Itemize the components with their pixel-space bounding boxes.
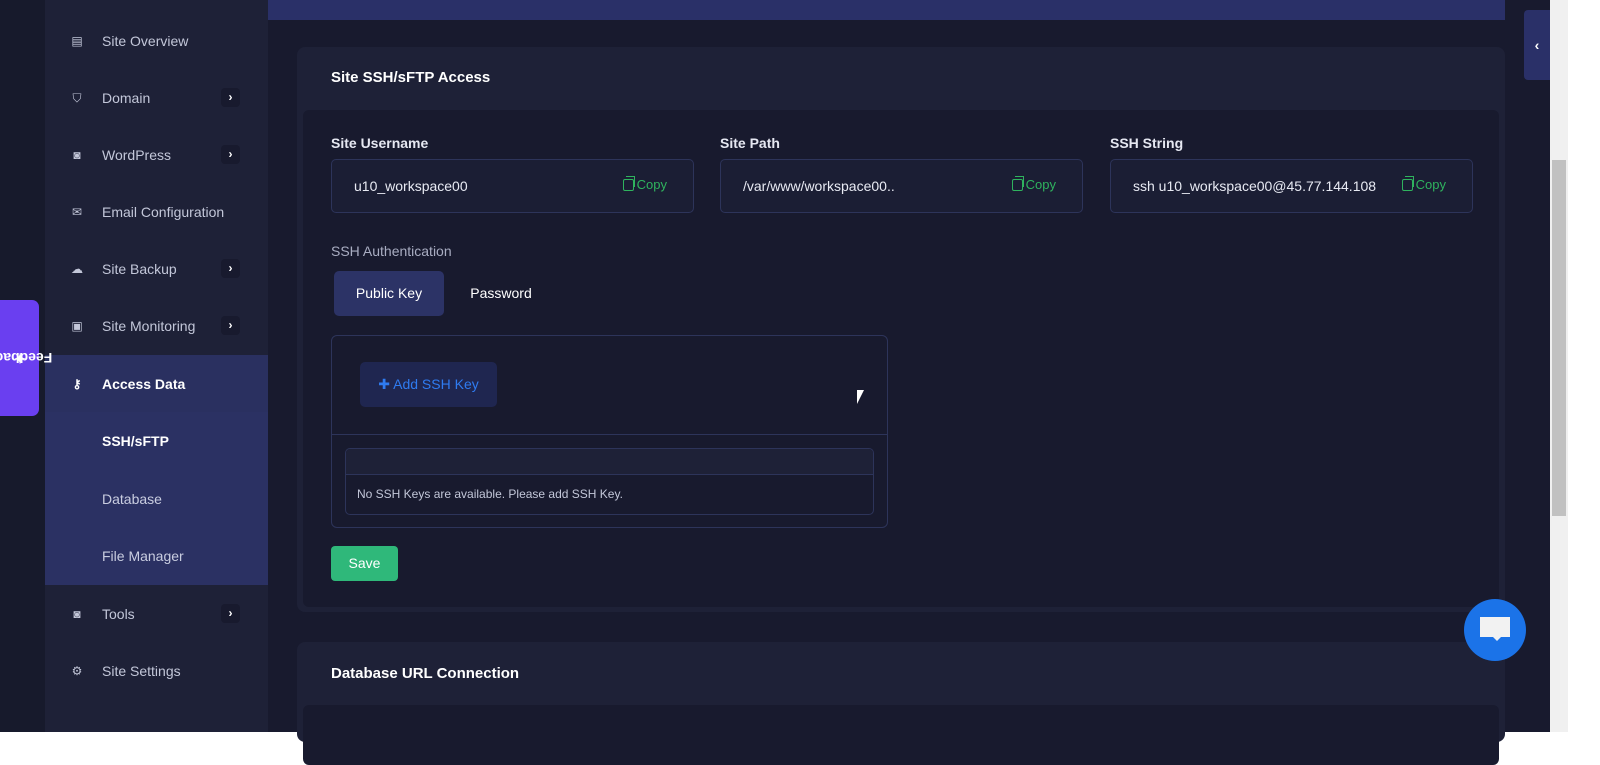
add-ssh-key-button[interactable]: ✚ Add SSH Key — [360, 362, 497, 407]
sidebar: ▤ Site Overview ⛉ Domain › ◙ WordPress › ✉ Ema… — [45, 0, 268, 732]
site-overview-icon: ▤ — [71, 33, 83, 48]
sidebar-item-tools[interactable]: ◙ Tools › — [45, 585, 268, 642]
ssh-authentication-label: SSH Authentication — [331, 243, 452, 259]
sidebar-item-wordpress[interactable]: ◙ WordPress › — [45, 126, 268, 183]
sidebar-item-site-backup[interactable]: ☁ Site Backup › — [45, 240, 268, 297]
field-label: SSH String — [1110, 135, 1184, 151]
chevron-right-icon[interactable]: › — [221, 259, 240, 278]
scrollbar[interactable] — [1550, 0, 1568, 732]
database-url-card: Database URL Connection — [297, 642, 1505, 765]
sidebar-subitem-ssh-sftp[interactable]: SSH/sFTP — [45, 412, 268, 469]
card-title: Site SSH/sFTP Access — [331, 69, 491, 86]
sidebar-item-email-configuration[interactable]: ✉ Email Configuration — [45, 183, 268, 240]
ssh-key-box: ✚ Add SSH Key No SSH Keys are available.… — [331, 335, 888, 528]
tools-icon: ◙ — [73, 606, 81, 621]
sidebar-subitem-database[interactable]: Database — [45, 470, 268, 527]
chevron-right-icon[interactable]: › — [221, 316, 240, 335]
tab-public-key[interactable]: Public Key — [334, 271, 444, 316]
sidebar-item-domain[interactable]: ⛉ Domain › — [45, 69, 268, 126]
tab-password[interactable]: Password — [455, 271, 547, 316]
ssh-keys-table: No SSH Keys are available. Please add SS… — [345, 448, 874, 515]
key-icon: ⚷ — [72, 376, 82, 391]
site-path-field: /var/www/workspace00.. Copy — [720, 159, 1083, 213]
chevron-right-icon[interactable]: › — [221, 88, 240, 107]
chat-button[interactable] — [1464, 599, 1526, 661]
ssh-string-field: ssh u10_workspace00@45.77.144.108 Copy — [1110, 159, 1473, 213]
card-title: Database URL Connection — [331, 665, 520, 682]
copy-icon — [1011, 175, 1024, 191]
gear-icon: ⚙ — [71, 663, 83, 678]
monitor-icon: ▣ — [71, 318, 83, 333]
copy-button[interactable]: Copy — [1011, 175, 1056, 192]
wordpress-icon: ◙ — [73, 147, 81, 162]
copy-button[interactable]: Copy — [1401, 175, 1446, 192]
chevron-right-icon[interactable]: › — [221, 145, 240, 164]
sidebar-item-site-overview[interactable]: ▤ Site Overview — [45, 12, 268, 69]
top-banner — [268, 0, 1505, 20]
mouse-cursor — [857, 390, 864, 404]
copy-icon — [622, 175, 635, 191]
empty-message: No SSH Keys are available. Please add SS… — [357, 487, 623, 501]
ssh-panel: Site Username u10_workspace00 Copy Site … — [303, 110, 1499, 607]
backup-icon: ☁ — [71, 261, 83, 276]
field-label: Site Path — [720, 135, 780, 151]
field-label: Site Username — [331, 135, 429, 151]
ssh-access-card: Site SSH/sFTP Access Site Username u10_w… — [297, 47, 1505, 612]
save-button[interactable]: Save — [331, 546, 398, 581]
chevron-left-icon: ‹ — [1534, 37, 1540, 53]
divider — [332, 434, 887, 435]
feedback-button[interactable]: ✦ Feedback — [0, 300, 52, 416]
chevron-right-icon[interactable]: › — [221, 604, 240, 623]
copy-button[interactable]: Copy — [622, 175, 667, 192]
scrollbar-thumb[interactable] — [1552, 160, 1566, 516]
mail-icon: ✉ — [71, 204, 83, 219]
table-header — [346, 449, 873, 475]
sidebar-item-site-monitoring[interactable]: ▣ Site Monitoring › — [45, 297, 268, 354]
database-panel — [303, 705, 1499, 765]
plus-icon: ✚ — [378, 376, 394, 392]
shield-icon: ⛉ — [72, 90, 82, 105]
sidebar-subitem-file-manager[interactable]: File Manager — [45, 527, 268, 584]
copy-icon — [1401, 175, 1414, 191]
sidebar-item-site-settings[interactable]: ⚙ Site Settings — [45, 642, 268, 699]
app: ▤ Site Overview ⛉ Domain › ◙ WordPress › ✉ Ema… — [0, 0, 1550, 765]
site-username-field: u10_workspace00 Copy — [331, 159, 694, 213]
sidebar-item-access-data[interactable]: ⚷ Access Data — [45, 355, 268, 412]
collapse-panel-button[interactable]: ‹ — [1524, 10, 1550, 80]
